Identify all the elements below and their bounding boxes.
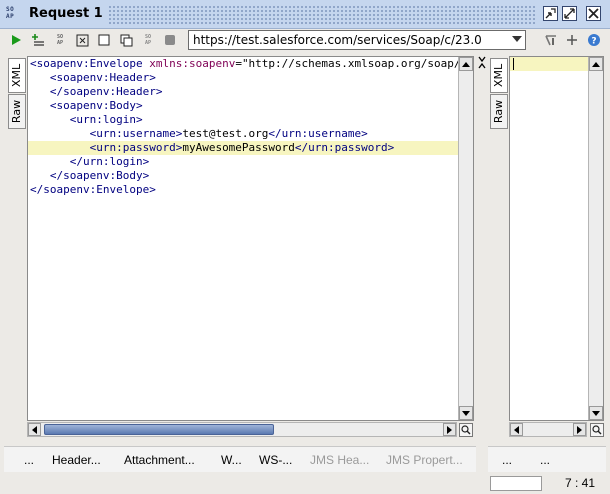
- request-xml-editor[interactable]: <soapenv:Envelope xmlns:soapenv="http://…: [27, 56, 474, 421]
- chevron-down-icon[interactable]: [512, 36, 522, 42]
- cursor-position: 7 : 41: [565, 476, 596, 490]
- response-bottom-tabs: ... ...: [488, 446, 606, 472]
- code-token-tag: </soapenv:Body>: [49, 169, 150, 182]
- wsdl-icon[interactable]: SO AP: [141, 33, 155, 47]
- tab-jms-properties: JMS Propert...: [386, 453, 463, 467]
- code-token-tag: </soapenv:Envelope>: [30, 183, 156, 196]
- code-line[interactable]: <urn:username>test@test.org</urn:usernam…: [28, 127, 458, 141]
- code-line[interactable]: <urn:password>myAwesomePassword</urn:pas…: [28, 141, 458, 155]
- tab-response-raw-label: Raw: [492, 99, 506, 124]
- submit-request-icon[interactable]: [9, 33, 23, 47]
- code-line[interactable]: <soapenv:Envelope xmlns:soapenv="http://…: [28, 57, 473, 71]
- dock-icon[interactable]: [543, 6, 558, 21]
- tools-icon[interactable]: [544, 33, 558, 47]
- current-line-highlight: [510, 57, 588, 71]
- tab-wss[interactable]: W...: [221, 453, 242, 467]
- tab-response-attachments[interactable]: ...: [540, 453, 550, 467]
- code-line[interactable]: </soapenv:Header>: [28, 85, 458, 99]
- code-token-txt: test@test.org: [182, 127, 269, 140]
- code-token-tag: </urn:username>: [268, 127, 368, 140]
- code-line[interactable]: </soapenv:Body>: [28, 169, 458, 183]
- maximize-icon[interactable]: [562, 6, 577, 21]
- code-line[interactable]: </urn:login>: [28, 155, 458, 169]
- splitter-arrows-icon[interactable]: [478, 56, 486, 76]
- tab-headers[interactable]: Header...: [52, 453, 101, 467]
- response-vertical-scrollbar[interactable]: [588, 57, 603, 420]
- soapui-logo-icon: SO AP: [6, 6, 15, 20]
- code-token-str: "http://schemas.xmlsoap.org/soap/envelop…: [241, 57, 473, 70]
- response-scroll-down-button[interactable]: [589, 406, 603, 420]
- code-line[interactable]: <soapenv:Body>: [28, 99, 458, 113]
- response-xml-editor[interactable]: [509, 56, 604, 421]
- code-token-tag: </urn:login>: [69, 155, 150, 168]
- scroll-up-button[interactable]: [459, 57, 473, 71]
- text-caret: [513, 58, 514, 70]
- clone-icon[interactable]: [119, 33, 133, 47]
- code-token-tag: <urn:password>: [89, 141, 183, 154]
- response-horizontal-scrollbar[interactable]: [509, 422, 587, 437]
- endpoint-url-value: https://test.salesforce.com/services/Soa…: [193, 33, 482, 47]
- close-icon[interactable]: [586, 6, 601, 21]
- scroll-right-button[interactable]: [443, 423, 456, 436]
- response-time-field: [490, 476, 542, 491]
- format-xml-icon[interactable]: [75, 33, 89, 47]
- tab-response-xml[interactable]: XML: [490, 58, 508, 93]
- find-icon[interactable]: [459, 423, 473, 437]
- title-bar-grip: [108, 5, 536, 24]
- response-scroll-left-button[interactable]: [510, 423, 523, 436]
- response-scroll-right-button[interactable]: [573, 423, 586, 436]
- editor-horizontal-scrollbar[interactable]: [27, 422, 457, 437]
- editor-vertical-scrollbar[interactable]: [458, 57, 473, 420]
- code-token-tag: </soapenv:Header>: [49, 85, 163, 98]
- code-line[interactable]: <urn:login>: [28, 113, 458, 127]
- code-line[interactable]: </soapenv:Envelope>: [28, 183, 458, 197]
- response-find-icon[interactable]: [590, 423, 604, 437]
- help-icon[interactable]: ?: [587, 33, 601, 47]
- code-line[interactable]: <soapenv:Header>: [28, 71, 458, 85]
- request-bottom-tabs: ... Header... Attachment... W... WS-... …: [4, 446, 476, 472]
- code-token-txt: =: [235, 57, 242, 70]
- abort-icon[interactable]: [163, 33, 177, 47]
- tab-request-xml[interactable]: XML: [8, 58, 26, 93]
- code-token-tag: </urn:password>: [294, 141, 395, 154]
- window-title: Request 1: [29, 6, 103, 21]
- tab-request-raw[interactable]: Raw: [8, 94, 26, 129]
- scroll-left-button[interactable]: [28, 423, 41, 436]
- tab-response-headers[interactable]: ...: [502, 453, 512, 467]
- response-scroll-up-button[interactable]: [589, 57, 603, 71]
- tab-response-xml-label: XML: [492, 63, 506, 88]
- tab-request-xml-label: XML: [10, 63, 24, 88]
- soap-request-icon[interactable]: SO AP: [53, 33, 67, 47]
- tab-attachments[interactable]: Attachment...: [124, 453, 195, 467]
- tab-jms-headers: JMS Hea...: [310, 453, 370, 467]
- tab-ws-addressing[interactable]: WS-...: [259, 453, 292, 467]
- tab-request-raw-label: Raw: [10, 99, 24, 124]
- xml-code[interactable]: <soapenv:Envelope xmlns:soapenv="http://…: [28, 57, 473, 197]
- tab-response-raw[interactable]: Raw: [490, 94, 508, 129]
- code-token-attr: xmlns:soapenv: [149, 57, 236, 70]
- svg-text:?: ?: [591, 37, 596, 47]
- code-token-tag: <urn:username>: [89, 127, 183, 140]
- stop-icon[interactable]: [97, 33, 111, 47]
- code-token-txt: myAwesomePassword: [182, 141, 295, 154]
- code-token-tag: <soapenv:Body>: [49, 99, 143, 112]
- horizontal-scroll-thumb[interactable]: [44, 424, 274, 435]
- add-icon[interactable]: [565, 33, 579, 47]
- code-token-tag: <soapenv:Header>: [49, 71, 156, 84]
- scroll-down-button[interactable]: [459, 406, 473, 420]
- endpoint-url-select[interactable]: https://test.salesforce.com/services/Soa…: [188, 30, 526, 50]
- pane-splitter[interactable]: [478, 56, 486, 436]
- add-assertion-icon[interactable]: [31, 33, 45, 47]
- code-token-tag: <urn:login>: [69, 113, 143, 126]
- tab-auth[interactable]: ...: [24, 453, 34, 467]
- title-bar: SO AP Request 1: [0, 0, 610, 29]
- code-token-tag: <soapenv:Envelope: [30, 57, 150, 70]
